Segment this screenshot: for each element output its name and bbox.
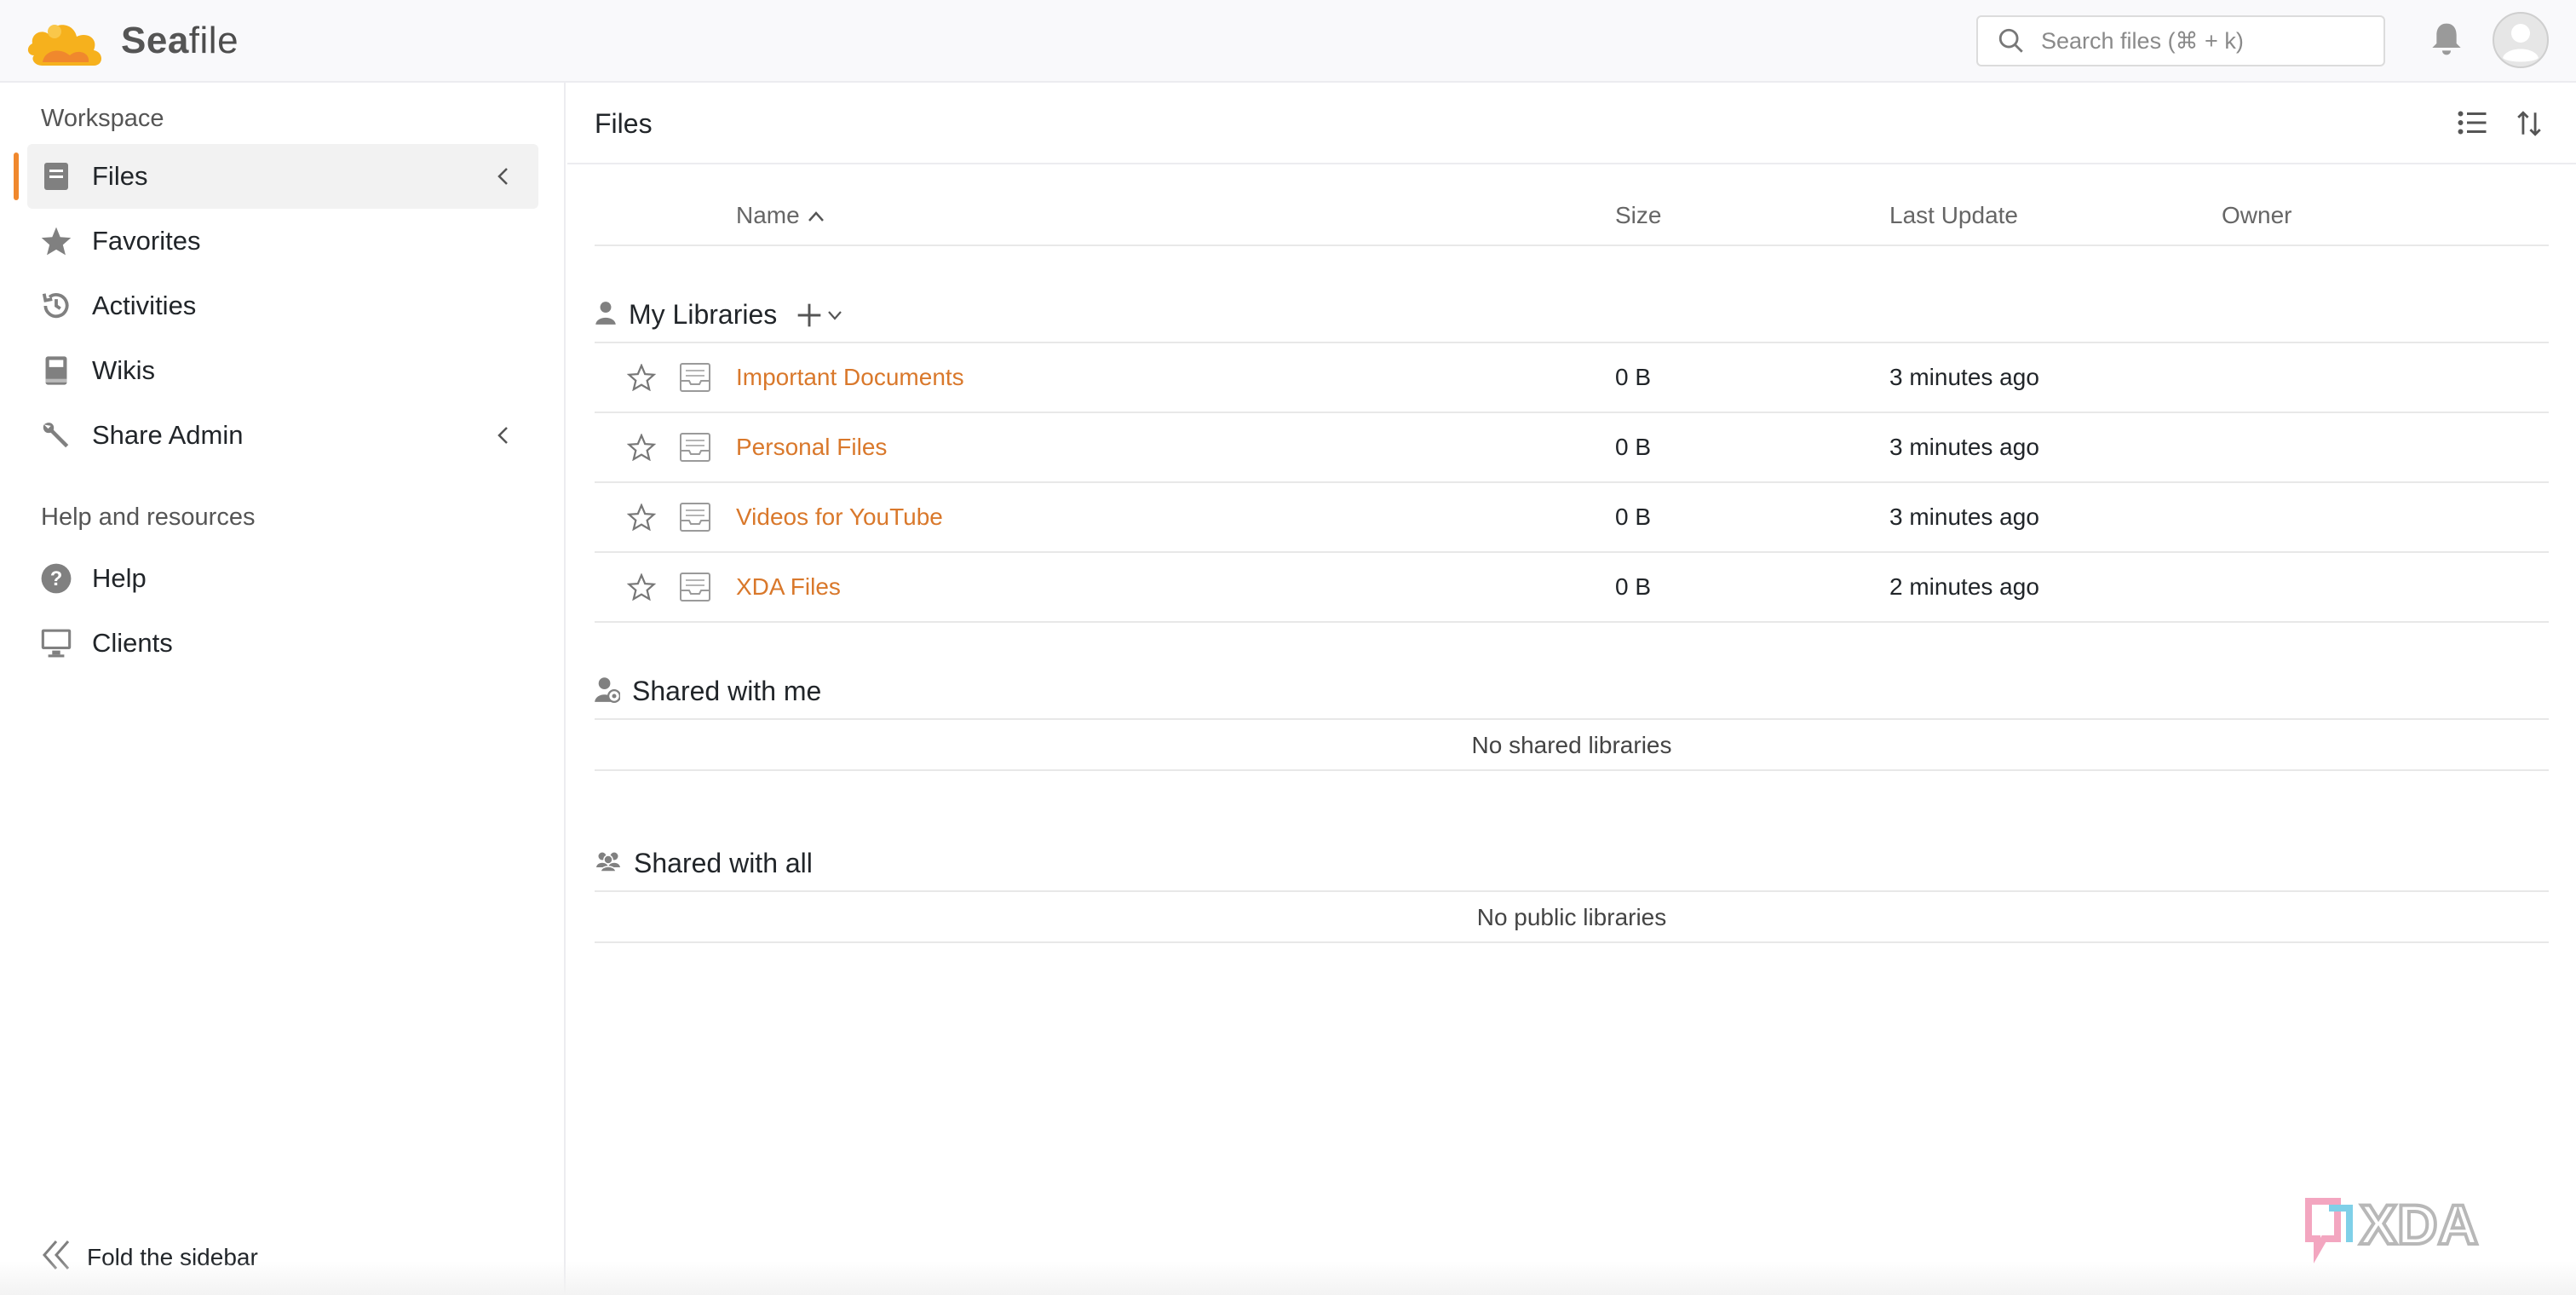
column-header-name-label: Name — [736, 202, 800, 228]
list-view-icon[interactable] — [2457, 108, 2487, 141]
shared-user-icon — [595, 676, 621, 707]
column-header-name[interactable]: Name — [736, 202, 825, 229]
sidebar-item-clients[interactable]: Clients — [27, 611, 538, 676]
sidebar-item-wikis[interactable]: Wikis — [27, 338, 538, 403]
section-title-my-libraries: My Libraries — [629, 299, 778, 330]
svg-text:?: ? — [50, 567, 63, 590]
plus-icon — [797, 303, 821, 326]
main-header: Files — [567, 83, 2576, 164]
wrench-icon — [39, 418, 73, 452]
divider — [595, 718, 2549, 720]
sidebar: Workspace Files Favorites Activities Wik… — [0, 83, 566, 1295]
users-group-icon — [595, 849, 622, 878]
sort-icon[interactable] — [2515, 108, 2544, 143]
book-icon — [39, 354, 73, 388]
divider — [595, 481, 2549, 483]
history-icon — [39, 289, 73, 323]
sort-ascending-icon — [807, 202, 825, 229]
library-last-update: 3 minutes ago — [1889, 504, 2039, 530]
column-header-size[interactable]: Size — [1615, 202, 1661, 229]
sidebar-item-favorites[interactable]: Favorites — [27, 209, 538, 273]
sidebar-item-label: Favorites — [92, 226, 201, 256]
divider — [595, 941, 2549, 943]
section-title-shared-with-me: Shared with me — [632, 676, 822, 706]
monitor-icon — [39, 626, 73, 660]
library-icon — [678, 570, 712, 608]
chevron-left-icon[interactable] — [494, 425, 513, 450]
column-header-owner[interactable]: Owner — [2222, 202, 2291, 229]
seafile-logo-icon — [27, 25, 101, 66]
star-icon[interactable] — [626, 573, 657, 605]
library-last-update: 3 minutes ago — [1889, 434, 2039, 460]
main-content: Files Name Size Last Update Owner My Lib… — [567, 83, 2576, 1295]
file-icon — [39, 159, 73, 193]
section-my-libraries: My Libraries — [595, 299, 843, 331]
sidebar-item-activities[interactable]: Activities — [27, 273, 538, 338]
user-icon — [595, 300, 617, 330]
question-icon: ? — [39, 561, 73, 596]
divider — [595, 245, 2549, 246]
section-shared-with-me: Shared with me — [595, 676, 821, 707]
section-title-shared-with-all: Shared with all — [634, 848, 813, 878]
divider — [595, 342, 2549, 343]
sidebar-item-label: Clients — [92, 628, 173, 658]
search-input[interactable] — [2041, 27, 2365, 55]
library-name-link[interactable]: Personal Files — [736, 434, 887, 461]
star-icon — [39, 224, 73, 258]
search-icon — [1998, 28, 2023, 53]
library-size: 0 B — [1615, 504, 1652, 530]
help-heading: Help and resources — [41, 504, 256, 531]
bottom-gradient — [0, 1261, 2576, 1295]
sidebar-item-label: Files — [92, 161, 148, 191]
xda-watermark-logo: XDA — [2300, 1189, 2556, 1270]
library-last-update: 3 minutes ago — [1889, 364, 2039, 390]
sidebar-item-label: Share Admin — [92, 420, 244, 450]
divider — [595, 769, 2549, 771]
user-avatar[interactable] — [2493, 12, 2549, 72]
chevron-down-icon — [828, 310, 842, 320]
sidebar-item-help[interactable]: ? Help — [27, 546, 538, 611]
svg-text:XDA: XDA — [2360, 1193, 2478, 1256]
library-icon — [678, 430, 712, 469]
page-title: Files — [595, 108, 653, 139]
divider — [595, 621, 2549, 623]
library-last-update: 2 minutes ago — [1889, 573, 2039, 600]
active-indicator — [14, 153, 19, 200]
empty-state-message: No public libraries — [1476, 904, 1667, 930]
seafile-logo[interactable]: Seafile — [26, 10, 239, 72]
sidebar-item-label: Wikis — [92, 355, 156, 385]
divider — [595, 890, 2549, 892]
sidebar-item-files[interactable]: Files — [14, 144, 538, 209]
chevron-left-icon[interactable] — [494, 166, 513, 191]
library-size: 0 B — [1615, 364, 1652, 390]
section-shared-with-all: Shared with all — [595, 848, 813, 879]
divider — [595, 412, 2549, 413]
sidebar-item-share-admin[interactable]: Share Admin — [27, 403, 538, 468]
add-library-button[interactable] — [796, 302, 843, 329]
workspace-heading: Workspace — [41, 105, 164, 132]
sidebar-item-label: Help — [92, 563, 147, 593]
library-icon — [678, 360, 712, 399]
library-name-link[interactable]: XDA Files — [736, 573, 841, 601]
sidebar-item-label: Activities — [92, 291, 197, 320]
star-icon[interactable] — [626, 433, 657, 465]
brand-name: Seafile — [121, 20, 239, 61]
search-box[interactable] — [1976, 15, 2385, 66]
column-header-last-update[interactable]: Last Update — [1889, 202, 2018, 229]
empty-state-message: No shared libraries — [1471, 732, 1672, 758]
library-name-link[interactable]: Important Documents — [736, 364, 964, 391]
star-icon[interactable] — [626, 503, 657, 535]
star-icon[interactable] — [626, 363, 657, 395]
top-bar: Seafile — [0, 0, 2576, 83]
library-size: 0 B — [1615, 434, 1652, 460]
library-icon — [678, 500, 712, 538]
divider — [595, 551, 2549, 553]
library-size: 0 B — [1615, 573, 1652, 600]
library-name-link[interactable]: Videos for YouTube — [736, 504, 943, 531]
notification-bell-icon[interactable] — [2429, 20, 2464, 62]
